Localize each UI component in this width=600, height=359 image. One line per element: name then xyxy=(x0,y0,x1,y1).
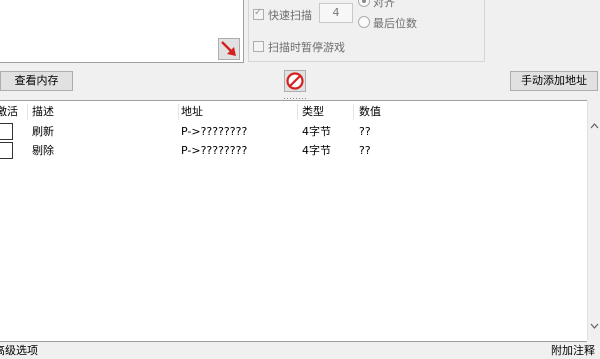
row-address[interactable]: P->???????? xyxy=(181,124,247,140)
row-address[interactable]: P->???????? xyxy=(181,143,247,159)
extra-comment-link[interactable]: 附加注释 xyxy=(551,344,595,358)
pause-game-checkbox[interactable] xyxy=(253,41,264,52)
table-vertical-scrollbar[interactable] xyxy=(587,100,600,340)
row-description[interactable]: 剔除 xyxy=(32,143,54,159)
row-value[interactable]: ?? xyxy=(359,124,371,140)
row-type[interactable]: 4字节 xyxy=(302,143,331,159)
column-divider[interactable] xyxy=(27,104,28,120)
column-divider[interactable] xyxy=(178,104,179,120)
clear-list-button[interactable] xyxy=(284,70,306,92)
row-description[interactable]: 刷新 xyxy=(32,124,54,140)
fast-scan-value-input[interactable]: 4 xyxy=(319,3,353,23)
scroll-up-arrow-icon[interactable] xyxy=(588,120,600,132)
add-to-list-button[interactable] xyxy=(218,38,240,60)
column-divider[interactable] xyxy=(297,104,298,120)
scroll-down-arrow-icon[interactable] xyxy=(588,320,600,332)
add-address-manually-button[interactable]: 手动添加地址 xyxy=(510,71,598,91)
column-header-type[interactable]: 类型 xyxy=(302,104,324,120)
row-value[interactable]: ?? xyxy=(359,143,371,159)
view-memory-button[interactable]: 查看内存 xyxy=(0,71,73,91)
align-label: 对齐 xyxy=(373,0,395,9)
fast-scan-label: 快速扫描 xyxy=(268,9,312,22)
pause-game-label: 扫描时暂停游戏 xyxy=(268,41,345,54)
column-header-value[interactable]: 数值 xyxy=(359,104,381,120)
column-header-active[interactable]: 激活 xyxy=(0,104,18,120)
address-table[interactable] xyxy=(0,100,587,342)
row-type[interactable]: 4字节 xyxy=(302,124,331,140)
last-digits-radio[interactable] xyxy=(358,16,370,28)
advanced-options-link[interactable]: 高级选项 xyxy=(0,344,38,358)
found-address-list[interactable] xyxy=(0,0,244,63)
row-active-checkbox[interactable] xyxy=(0,142,13,159)
fast-scan-checkbox[interactable] xyxy=(253,7,264,20)
last-digits-label: 最后位数 xyxy=(373,17,417,30)
stop-icon xyxy=(286,72,304,90)
red-arrow-icon xyxy=(221,41,236,56)
row-active-checkbox[interactable] xyxy=(0,123,13,140)
column-header-address[interactable]: 地址 xyxy=(181,104,203,120)
column-divider[interactable] xyxy=(353,104,354,120)
column-header-description[interactable]: 描述 xyxy=(32,104,54,120)
